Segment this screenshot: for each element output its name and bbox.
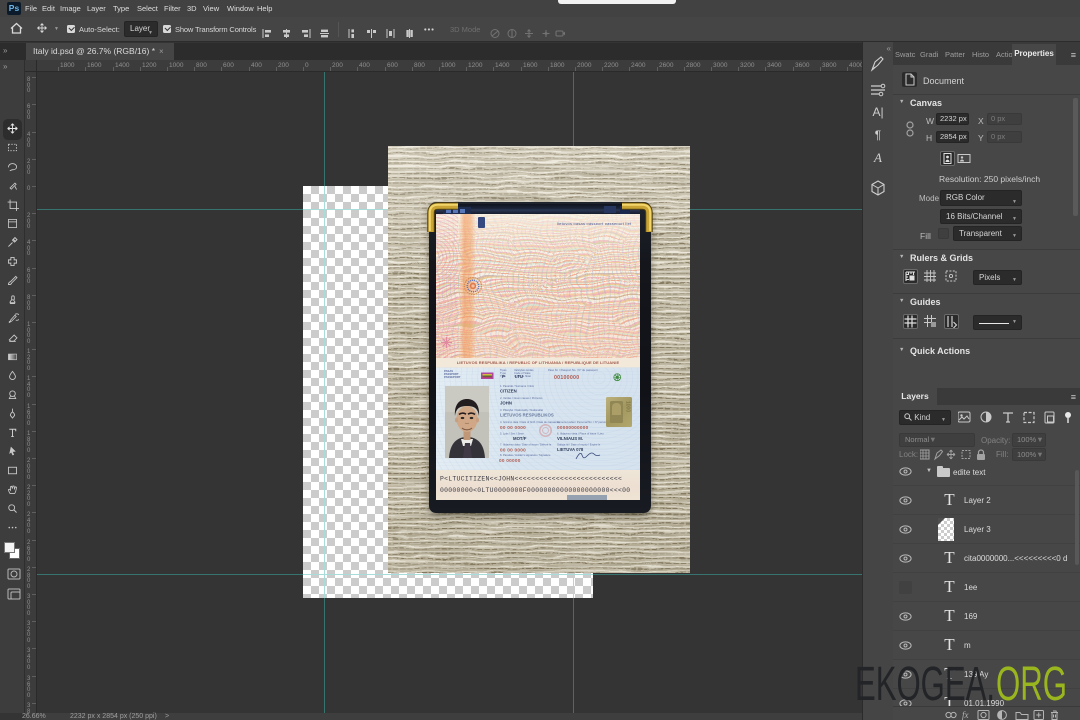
- svg-text:ORG: ORG: [996, 658, 1067, 707]
- svg-text:EKOGEA.: EKOGEA.: [855, 658, 995, 707]
- svg-text:fx: fx: [962, 710, 969, 720]
